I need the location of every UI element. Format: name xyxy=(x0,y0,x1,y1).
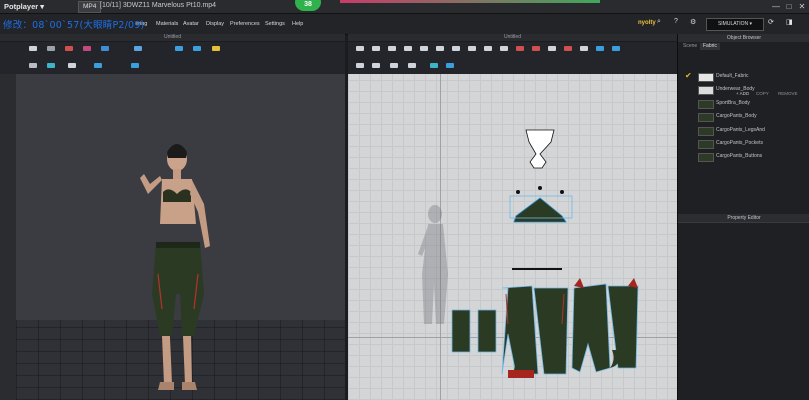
3d-toolbar xyxy=(0,42,345,74)
2d-pattern-window[interactable] xyxy=(348,74,677,400)
rectangle-tool-icon[interactable] xyxy=(434,44,446,53)
simulation-button[interactable]: SIMULATION ▾ xyxy=(706,18,764,31)
trace-tool-icon[interactable] xyxy=(498,44,510,53)
list-item[interactable]: CargoPants_Body xyxy=(678,110,809,123)
arrange2-tool-icon[interactable] xyxy=(191,44,203,53)
fabric-label: CargoPants_Body xyxy=(716,113,757,119)
fabric-swatch xyxy=(698,86,714,95)
close-button[interactable]: ✕ xyxy=(796,2,808,11)
maximize-button[interactable]: □ xyxy=(783,2,795,11)
zoom-tool-icon[interactable] xyxy=(27,61,39,70)
menu-item-avatar[interactable]: Avatar xyxy=(183,21,199,27)
annotation-icon[interactable] xyxy=(428,61,440,70)
polygon-tool-icon[interactable] xyxy=(418,44,430,53)
tab-scene[interactable]: Scene xyxy=(680,43,700,50)
brand-logo: nyolty xyxy=(638,20,656,26)
2d-toolbar xyxy=(348,42,677,74)
avatar-select-icon[interactable] xyxy=(45,61,57,70)
free-sew-icon[interactable] xyxy=(530,44,542,53)
pattern-pieces[interactable] xyxy=(348,74,677,400)
tab-fabric[interactable]: Fabric xyxy=(700,43,720,50)
fabric-swatch xyxy=(698,113,714,122)
move-tool-icon[interactable] xyxy=(45,44,57,53)
player-menu-button[interactable]: Potplayer ▾ xyxy=(4,2,44,11)
fabric-label: CargoPants_LegsAnd xyxy=(716,127,765,133)
dart-tool-icon[interactable] xyxy=(482,44,494,53)
edit-pattern-icon[interactable] xyxy=(370,44,382,53)
property-editor-title: Property Editor xyxy=(678,214,809,222)
segment-sew-icon[interactable] xyxy=(514,44,526,53)
video-filename: [10/11] 3DWZ11 Marvelous Pt10.mp4 xyxy=(100,2,217,9)
fold-arrange-icon[interactable] xyxy=(562,44,574,53)
menu-item-preferences[interactable]: Preferences xyxy=(230,21,260,27)
transform-pattern-icon[interactable] xyxy=(354,44,366,53)
internal-line-icon[interactable] xyxy=(466,44,478,53)
object-browser-title: Object Browser xyxy=(678,34,809,42)
add-point-icon[interactable] xyxy=(402,44,414,53)
list-item[interactable]: CargoPants_LegsAnd xyxy=(678,124,809,137)
3d-pane-title: Untitled xyxy=(0,34,345,41)
edit-curve-icon[interactable] xyxy=(386,44,398,53)
fabric-label: Underwear_Body xyxy=(716,86,755,92)
select-tool-icon[interactable] xyxy=(27,44,39,53)
menu-item-help[interactable]: Help xyxy=(292,21,303,27)
search-icon[interactable]: ⌕ xyxy=(657,18,661,26)
seam-allowance-icon[interactable] xyxy=(354,61,366,70)
symmetry-tool-icon[interactable] xyxy=(594,44,606,53)
mode-icon[interactable]: ⟳ xyxy=(768,18,774,26)
fold-tool-icon[interactable] xyxy=(81,44,93,53)
fabric-label: Default_Fabric xyxy=(716,73,749,79)
fabric-swatch xyxy=(698,100,714,109)
button-tool-icon[interactable] xyxy=(406,61,418,70)
arrange-tool-icon[interactable] xyxy=(173,44,185,53)
help-icon[interactable]: ? xyxy=(674,18,678,25)
menu-item-materials[interactable]: Materials xyxy=(156,21,178,27)
pant-pieces xyxy=(451,268,639,378)
fabric-swatch xyxy=(698,127,714,136)
3d-viewport[interactable] xyxy=(16,74,345,400)
list-item[interactable]: SportBra_Body xyxy=(678,97,809,110)
progress-strip[interactable] xyxy=(340,0,600,3)
pin-tool-icon[interactable] xyxy=(99,44,111,53)
topstitch-icon[interactable] xyxy=(388,61,400,70)
fabric-label: SportBra_Body xyxy=(716,100,750,106)
file-format-tag: MP4 xyxy=(78,1,102,13)
list-item[interactable]: Underwear_Body xyxy=(678,83,809,96)
tack-tool-icon[interactable] xyxy=(132,44,144,53)
list-item[interactable]: CargoPants_Buttons xyxy=(678,150,809,163)
measure-icon[interactable] xyxy=(444,61,456,70)
fabric-swatch xyxy=(698,153,714,162)
pattern-view-icon[interactable] xyxy=(66,61,78,70)
menu-item-settings[interactable]: Settings xyxy=(265,21,285,27)
fabric-label: CargoPants_Buttons xyxy=(716,153,763,159)
avatar-model[interactable] xyxy=(16,74,345,400)
player-titlebar: Potplayer ▾ MP4 [10/11] 3DWZ11 Marvelous… xyxy=(0,0,809,14)
menu-item-display[interactable]: Display xyxy=(206,21,224,27)
texture-edit-icon[interactable] xyxy=(610,44,622,53)
playlist-counter-badge: 38 xyxy=(295,0,321,11)
fabric-swatch xyxy=(698,140,714,149)
render-view-icon[interactable] xyxy=(129,61,141,70)
grain-line-icon[interactable] xyxy=(370,61,382,70)
circle-tool-icon[interactable] xyxy=(450,44,462,53)
3d-side-strip xyxy=(0,74,16,400)
selected-check-icon: ✔ xyxy=(685,71,692,80)
window-mode-icon[interactable]: ◨ xyxy=(786,18,793,26)
list-item[interactable]: ✔ Default_Fabric xyxy=(678,70,809,83)
fabric-swatch xyxy=(698,73,714,82)
list-item[interactable]: CargoPants_Pockets xyxy=(678,137,809,150)
right-panel: Object Browser Scene Fabric + ADD COPY R… xyxy=(677,34,809,400)
fabric-label: CargoPants_Pockets xyxy=(716,140,763,146)
divider xyxy=(678,222,809,223)
simulate-run-icon[interactable] xyxy=(210,44,222,53)
subtitle-overlay: 修改：08`00`57(大眼睛P2/09) xyxy=(3,20,145,31)
settings-icon[interactable]: ⚙ xyxy=(690,18,696,26)
pin-2d-icon[interactable] xyxy=(578,44,590,53)
edit-sewing-icon[interactable] xyxy=(546,44,558,53)
garment-tool-icon[interactable] xyxy=(63,44,75,53)
texture-view-icon[interactable] xyxy=(92,61,104,70)
2d-pane-title: Untitled xyxy=(348,34,677,41)
minimize-button[interactable]: — xyxy=(770,2,782,11)
